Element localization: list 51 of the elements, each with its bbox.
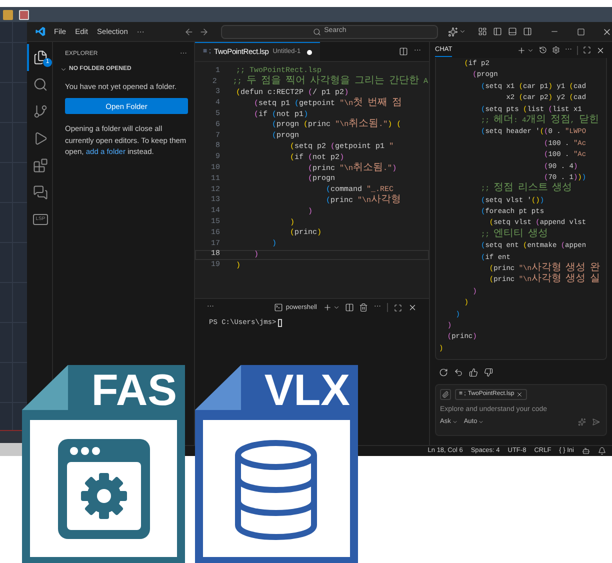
plus-icon[interactable]	[517, 46, 526, 54]
thumbs-up-icon[interactable]	[469, 368, 478, 376]
chat-icon[interactable]	[33, 185, 48, 200]
search-icon[interactable]	[33, 77, 48, 92]
folded-corner	[22, 365, 68, 410]
close-icon[interactable]	[596, 46, 605, 54]
branch-icon[interactable]	[33, 104, 48, 119]
thumbs-down-icon[interactable]	[484, 368, 493, 376]
robot-icon[interactable]	[582, 447, 590, 455]
maximize-icon[interactable]	[577, 28, 585, 36]
panel-right-icon[interactable]	[523, 27, 532, 36]
split-editor-icon[interactable]	[399, 47, 408, 56]
layout-icon[interactable]	[478, 27, 487, 36]
chevron-icon[interactable]	[333, 304, 340, 311]
editor-logo	[35, 26, 46, 37]
panel-left-icon[interactable]	[493, 27, 502, 36]
remove-icon[interactable]	[516, 391, 524, 398]
database-icon	[235, 440, 317, 540]
maximize-icon[interactable]	[394, 304, 402, 312]
settings-icon[interactable]	[552, 46, 560, 54]
terminal-icon[interactable]	[274, 303, 283, 312]
folded-corner	[195, 365, 241, 410]
history-icon[interactable]	[539, 46, 547, 54]
back-arrow-icon[interactable]	[184, 26, 194, 36]
panel-bottom-icon[interactable]	[508, 27, 517, 36]
close-icon[interactable]	[408, 303, 417, 312]
run-icon[interactable]	[33, 131, 48, 146]
cursor-icon	[278, 319, 282, 328]
trash-icon[interactable]	[359, 303, 368, 312]
send-icon[interactable]	[592, 418, 600, 426]
sparkle-icon[interactable]	[578, 418, 586, 426]
chevron-icon[interactable]	[60, 66, 67, 72]
extensions-icon[interactable]	[33, 158, 48, 173]
forward-arrow-icon[interactable]	[199, 26, 210, 36]
files-icon[interactable]	[33, 50, 48, 65]
settings-window-icon	[58, 439, 150, 539]
search-icon	[313, 28, 322, 36]
close-icon[interactable]	[602, 26, 612, 36]
undo-icon[interactable]	[454, 368, 463, 376]
maximize-icon[interactable]	[583, 46, 591, 54]
copilot-icon[interactable]	[448, 26, 458, 36]
chevron-icon	[452, 418, 458, 425]
plus-icon[interactable]	[323, 303, 332, 312]
file-type-label: FAS	[91, 367, 177, 415]
chevron-icon[interactable]	[459, 28, 466, 35]
chevron-icon[interactable]	[527, 46, 534, 54]
bell-icon[interactable]	[598, 447, 606, 455]
retry-icon[interactable]	[439, 368, 448, 376]
chevron-icon	[478, 418, 484, 425]
split-icon[interactable]	[345, 303, 354, 312]
file-type-label: VLX	[264, 367, 350, 415]
